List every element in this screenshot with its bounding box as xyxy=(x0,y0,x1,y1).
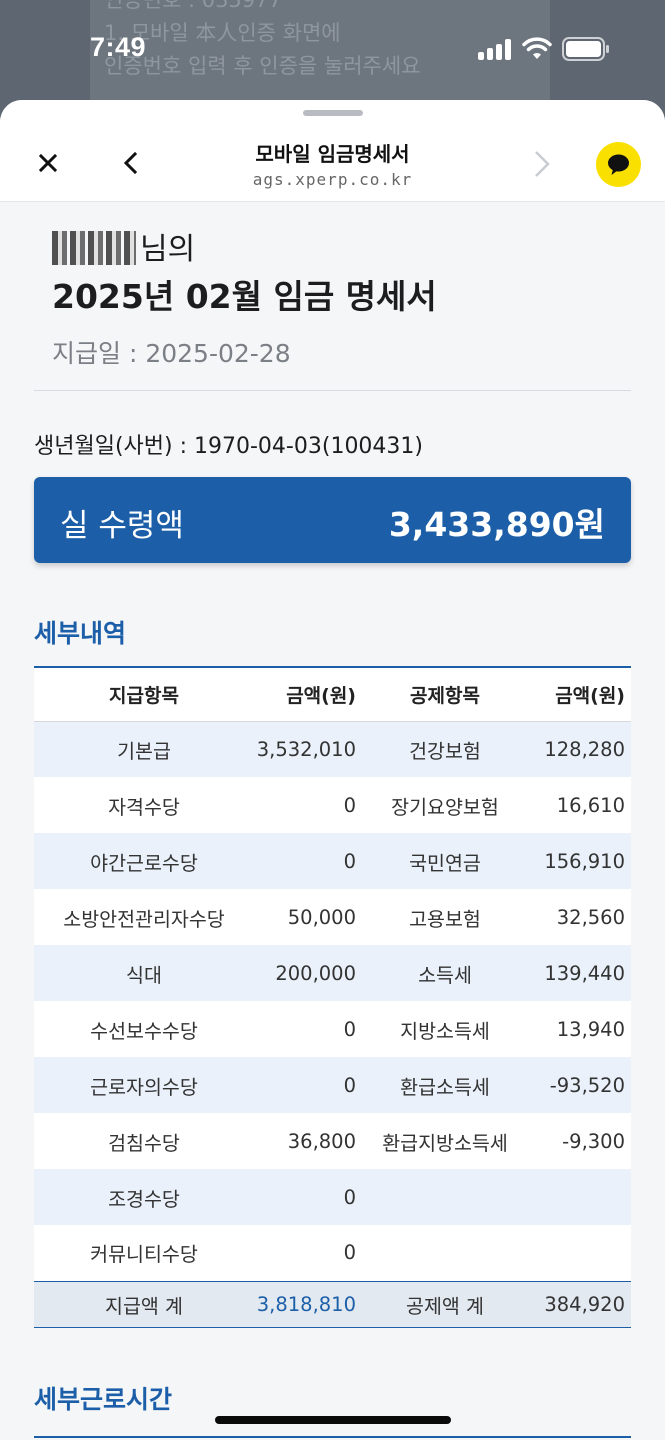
employee-name-line: 님의 xyxy=(52,224,195,268)
table-row: 근로자의수당 0 환급소득세 -93,520 xyxy=(34,1057,631,1113)
pay-date: 지급일 : 2025-02-28 xyxy=(52,339,291,368)
cellular-signal-icon xyxy=(478,38,512,60)
kakao-talk-icon xyxy=(608,154,629,175)
column-header: 지급항목 xyxy=(34,667,254,722)
section-divider xyxy=(34,1436,631,1438)
item-name-cell: 환급지방소득세 xyxy=(364,1113,526,1169)
item-name-cell: 소방안전관리자수당 xyxy=(34,889,254,945)
table-row: 야간근로수당 0 국민연금 156,910 xyxy=(34,833,631,889)
page-url: ags.xperp.co.kr xyxy=(252,170,413,189)
work-hours-section-title: 세부근로시간 xyxy=(34,1385,173,1414)
chevron-right-icon[interactable] xyxy=(530,148,554,180)
amount-cell: 13,940 xyxy=(526,1001,631,1057)
net-pay-value: 3,433,890원 xyxy=(388,505,605,544)
home-indicator[interactable] xyxy=(215,1416,451,1424)
birth-employee-id: 생년월일(사번) : 1970-04-03(100431) xyxy=(34,434,424,459)
table-row: 식대 200,000 소득세 139,440 xyxy=(34,945,631,1001)
total-row: 지급액 계 3,818,810 공제액 계 384,920 xyxy=(34,1280,631,1328)
total-label-cell: 지급액 계 xyxy=(34,1280,254,1328)
sheet-grabber[interactable] xyxy=(303,110,363,116)
amount-cell: 36,800 xyxy=(254,1113,364,1169)
item-name-cell: 식대 xyxy=(34,945,254,1001)
amount-cell: 32,560 xyxy=(526,889,631,945)
item-name-cell: 조경수당 xyxy=(34,1169,254,1225)
total-amount-cell: 384,920 xyxy=(526,1280,631,1328)
table-row: 조경수당 0 xyxy=(34,1169,631,1225)
net-pay-box: 실 수령액 3,433,890원 xyxy=(34,477,631,563)
amount-cell xyxy=(526,1225,631,1281)
item-name-cell: 기본급 xyxy=(34,721,254,777)
amount-cell: 128,280 xyxy=(526,721,631,777)
item-name-cell: 근로자의수당 xyxy=(34,1057,254,1113)
table-row: 수선보수수당 0 지방소득세 13,940 xyxy=(34,1001,631,1057)
battery-icon xyxy=(562,37,609,61)
details-section-title: 세부내역 xyxy=(34,619,127,648)
amount-cell: 0 xyxy=(254,1057,364,1113)
redacted-name xyxy=(52,231,136,265)
item-name-cell xyxy=(364,1225,526,1281)
item-name-cell: 검침수당 xyxy=(34,1113,254,1169)
table-header-row: 지급항목 금액(원) 공제항목 금액(원) xyxy=(34,667,631,722)
column-header: 금액(원) xyxy=(526,667,631,722)
status-time: 7:49 xyxy=(90,32,147,62)
payslip-title: 2025년 02월 임금 명세서 xyxy=(52,277,437,316)
item-name-cell xyxy=(364,1169,526,1225)
amount-cell: 139,440 xyxy=(526,945,631,1001)
item-name-cell: 지방소득세 xyxy=(364,1001,526,1057)
browser-sheet: 모바일 임금명세서 ags.xperp.co.kr 님의 2025년 02월 임… xyxy=(0,100,665,1440)
item-name-cell: 고용보험 xyxy=(364,889,526,945)
item-name-cell: 소득세 xyxy=(364,945,526,1001)
net-pay-label: 실 수령액 xyxy=(60,508,184,544)
amount-cell: 0 xyxy=(254,1001,364,1057)
payslip-table: 지급항목 금액(원) 공제항목 금액(원) 기본급 3,532,010 건강보험 12… xyxy=(34,666,631,1328)
table-row: 소방안전관리자수당 50,000 고용보험 32,560 xyxy=(34,889,631,945)
item-name-cell: 건강보험 xyxy=(364,721,526,777)
divider xyxy=(34,390,631,391)
amount-cell xyxy=(526,1169,631,1225)
kakao-share-button[interactable] xyxy=(596,142,641,187)
page-title: 모바일 임금명세서 xyxy=(255,142,410,166)
item-name-cell: 환급소득세 xyxy=(364,1057,526,1113)
browser-nav-bar: 모바일 임금명세서 ags.xperp.co.kr xyxy=(0,100,665,202)
total-label-cell: 공제액 계 xyxy=(364,1280,526,1328)
amount-cell: 200,000 xyxy=(254,945,364,1001)
table-row: 커뮤니티수당 0 xyxy=(34,1225,631,1281)
amount-cell: -9,300 xyxy=(526,1113,631,1169)
name-suffix: 님의 xyxy=(140,232,196,267)
status-bar: 7:49 xyxy=(0,0,665,100)
amount-cell: 50,000 xyxy=(254,889,364,945)
column-header: 공제항목 xyxy=(364,667,526,722)
column-header: 금액(원) xyxy=(254,667,364,722)
amount-cell: 0 xyxy=(254,833,364,889)
amount-cell: 0 xyxy=(254,1169,364,1225)
item-name-cell: 자격수당 xyxy=(34,777,254,833)
amount-cell: 3,532,010 xyxy=(254,721,364,777)
amount-cell: -93,520 xyxy=(526,1057,631,1113)
item-name-cell: 수선보수수당 xyxy=(34,1001,254,1057)
item-name-cell: 장기요양보험 xyxy=(364,777,526,833)
amount-cell: 156,910 xyxy=(526,833,631,889)
item-name-cell: 커뮤니티수당 xyxy=(34,1225,254,1281)
item-name-cell: 야간근로수당 xyxy=(34,833,254,889)
total-amount-cell: 3,818,810 xyxy=(254,1280,364,1328)
table-row: 검침수당 36,800 환급지방소득세 -9,300 xyxy=(34,1113,631,1169)
amount-cell: 16,610 xyxy=(526,777,631,833)
table-row: 기본급 3,532,010 건강보험 128,280 xyxy=(34,721,631,777)
table-row: 자격수당 0 장기요양보험 16,610 xyxy=(34,777,631,833)
amount-cell: 0 xyxy=(254,777,364,833)
amount-cell: 0 xyxy=(254,1225,364,1281)
wifi-icon xyxy=(522,37,552,59)
item-name-cell: 국민연금 xyxy=(364,833,526,889)
